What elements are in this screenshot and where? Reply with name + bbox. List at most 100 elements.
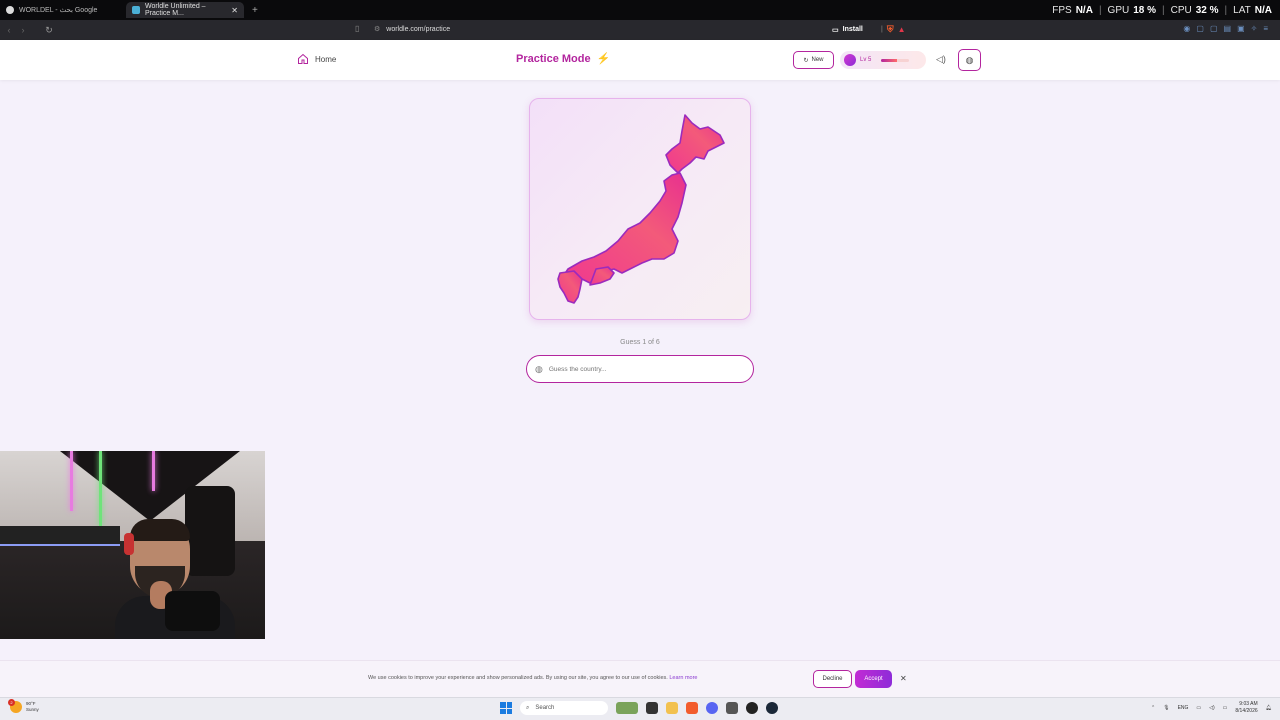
level-label: Lv 5 — [860, 57, 872, 63]
weather-widget[interactable]: 2 90°F Sunny — [8, 699, 39, 713]
file-explorer-icon[interactable] — [666, 702, 678, 714]
webcam-overlay — [0, 451, 265, 639]
decline-button[interactable]: Decline — [813, 670, 852, 688]
wallet-icon[interactable]: ▣ — [1237, 24, 1245, 33]
extensions-area: ◉ ▢ ▢ ▤ ▣ ✧ ≡ — [1183, 24, 1268, 33]
new-label: New — [811, 57, 824, 63]
gpu-label: GPU — [1107, 4, 1130, 16]
reload-icon[interactable]: ↻ — [44, 25, 54, 36]
globe-icon: ◍ — [965, 54, 974, 65]
cookie-text: We use cookies to improve your experienc… — [368, 675, 698, 681]
calculator-icon[interactable] — [726, 702, 738, 714]
tab-title: Worldle Unlimited – Practice M... — [145, 3, 206, 17]
gpu-value: 18 % — [1133, 4, 1157, 16]
discord-icon[interactable] — [706, 702, 718, 714]
cpu-value: 32 % — [1195, 4, 1219, 16]
notification-bell-icon[interactable]: 🔔︎ — [1266, 705, 1272, 711]
url-field[interactable]: ⚙ worldle.com/practice — [374, 25, 451, 34]
widgets-icon[interactable] — [616, 702, 638, 714]
obs-icon[interactable] — [746, 702, 758, 714]
chevron-up-icon[interactable]: ⌃ — [1151, 705, 1155, 711]
cookie-banner: We use cookies to improve your experienc… — [0, 660, 1280, 697]
task-view-icon[interactable] — [646, 702, 658, 714]
worldle-favicon-icon — [132, 6, 140, 14]
volume-icon[interactable]: ◁) — [1209, 705, 1215, 711]
windows-taskbar: 2 90°F Sunny ⌕ Search ⌃ 🎙︎ ENG ▭ ◁) ▭ 9:… — [0, 697, 1280, 720]
globe-icon: ◍ — [535, 363, 543, 374]
home-icon — [298, 53, 308, 64]
guess-input-wrapper[interactable]: ◍ — [526, 355, 754, 383]
notification-badge: 2 — [8, 699, 15, 706]
install-icon: ▭ — [832, 26, 839, 34]
system-tray: ⌃ 🎙︎ ENG ▭ ◁) ▭ 9:03 AM 8/14/2026 🔔︎ — [1151, 701, 1272, 715]
language-indicator[interactable]: ENG — [1178, 705, 1189, 711]
install-label: Install — [842, 26, 863, 33]
taskbar-search[interactable]: ⌕ Search — [520, 701, 608, 715]
xp-bar-fill — [881, 58, 897, 62]
bookmark-icon[interactable]: ▯ — [355, 24, 359, 33]
level-progress[interactable]: Lv 5 — [840, 51, 926, 69]
steam-icon[interactable] — [766, 702, 778, 714]
menu-icon[interactable]: ≡ — [1263, 24, 1268, 33]
clock[interactable]: 9:03 AM 8/14/2026 — [1235, 701, 1257, 715]
page-title: Practice Mode ⚡ — [516, 52, 611, 66]
clock-date: 8/14/2026 — [1235, 708, 1258, 714]
audio-icon[interactable]: ◉ — [1183, 24, 1190, 33]
browser-tab-bar: WORLDEL - بحث Google Worldle Unlimited –… — [0, 0, 1280, 20]
network-icon[interactable]: ▭ — [1196, 705, 1201, 711]
extension-icon[interactable]: ▢ — [1210, 24, 1218, 33]
browser-tab-active[interactable]: Worldle Unlimited – Practice M... ✕ — [126, 2, 244, 18]
home-label: Home — [315, 54, 337, 64]
home-link[interactable]: Home — [297, 53, 336, 65]
brave-browser-icon[interactable] — [686, 702, 698, 714]
lat-label: LAT — [1233, 4, 1251, 16]
refresh-icon: ↻ — [803, 57, 809, 64]
language-button[interactable]: ◍ — [958, 49, 981, 71]
leo-icon[interactable]: ✧ — [1251, 24, 1258, 33]
close-tab-icon[interactable]: ✕ — [231, 6, 238, 15]
tab-title: WORLDEL - بحث Google — [19, 7, 98, 14]
address-bar: ‹ › ↻ ▯ ⚙ worldle.com/practice ▭ Install… — [0, 20, 1280, 40]
search-icon: ⌕ — [526, 704, 530, 711]
sun-icon: 2 — [8, 699, 22, 713]
battery-icon[interactable]: ▭ — [1223, 705, 1228, 711]
site-info-icon[interactable]: ⚙ — [374, 25, 380, 33]
windows-start-icon[interactable] — [500, 702, 512, 714]
lat-value: N/A — [1254, 4, 1272, 16]
sidebar-icon[interactable]: ▤ — [1224, 24, 1232, 33]
browser-tab[interactable]: WORLDEL - بحث Google — [0, 2, 122, 18]
forward-icon[interactable]: › — [18, 25, 28, 35]
country-shape-japan — [557, 114, 725, 304]
clock-time: 9:03 AM — [1239, 701, 1258, 707]
guess-input[interactable] — [548, 365, 729, 373]
back-icon[interactable]: ‹ — [4, 25, 14, 35]
cookie-message: We use cookies to improve your experienc… — [368, 675, 668, 681]
weather-temp: 90°F — [26, 701, 36, 706]
performance-overlay: FPS N/A | GPU 18 % | CPU 32 % | LAT N/A — [1052, 4, 1272, 16]
new-game-button[interactable]: ↻ New — [793, 51, 834, 69]
taskbar-apps: ⌕ Search — [500, 701, 778, 715]
learn-more-link[interactable]: Learn more — [669, 675, 697, 681]
brave-shield-icon[interactable]: ⛨ — [887, 24, 894, 35]
page-title-text: Practice Mode — [516, 52, 591, 65]
install-button[interactable]: ▭ Install | ⛨ ▲ — [832, 24, 906, 35]
guess-counter: Guess 1 of 6 — [620, 339, 660, 346]
app-header: Home Practice Mode ⚡ ↻ New Lv 5 ◁) ◍ — [0, 40, 1280, 80]
weather-desc: Sunny — [26, 707, 39, 712]
google-favicon-icon — [6, 6, 14, 14]
microphone-icon[interactable]: 🎙︎ — [1163, 705, 1169, 711]
extension-icon[interactable]: ▢ — [1196, 24, 1204, 33]
xp-bar — [881, 58, 910, 62]
close-icon[interactable]: ✕ — [900, 674, 907, 683]
brave-rewards-icon[interactable]: ▲ — [898, 25, 906, 34]
accept-button[interactable]: Accept — [855, 670, 892, 688]
cpu-label: CPU — [1170, 4, 1192, 16]
new-tab-icon[interactable]: + — [252, 5, 258, 16]
url-text: worldle.com/practice — [386, 25, 451, 33]
search-label: Search — [535, 705, 555, 711]
fps-label: FPS — [1052, 4, 1072, 16]
lightning-bolt-icon: ⚡ — [596, 53, 611, 65]
country-silhouette-card — [529, 98, 751, 320]
fps-value: N/A — [1075, 4, 1093, 16]
sound-icon[interactable]: ◁) — [936, 54, 946, 65]
